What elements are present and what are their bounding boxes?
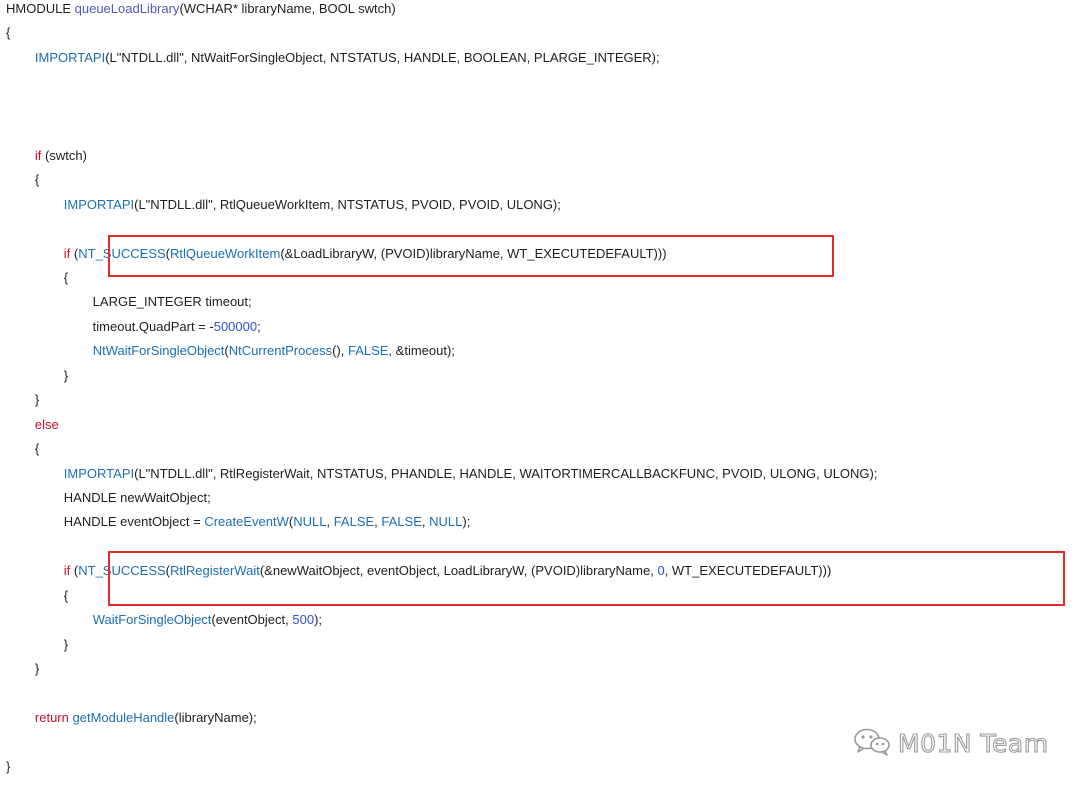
code-line: }	[6, 659, 39, 679]
code-token: }	[6, 367, 69, 383]
code-token: {	[6, 269, 69, 285]
code-token: LARGE_INTEGER timeout;	[6, 294, 252, 310]
code-token: NtCurrentProcess	[228, 343, 333, 359]
code-token: (eventObject,	[211, 612, 293, 628]
code-line: IMPORTAPI(L"NTDLL.dll", RtlRegisterWait,…	[6, 464, 878, 484]
code-line: if (swtch)	[6, 146, 87, 166]
code-line: {	[6, 439, 39, 459]
code-line: timeout.QuadPart = -500000;	[6, 317, 261, 337]
code-token: NULL	[429, 514, 463, 530]
code-line: HMODULE queueLoadLibrary(WCHAR* libraryN…	[6, 0, 396, 19]
code-line: HANDLE eventObject = CreateEventW(NULL, …	[6, 512, 471, 532]
code-token: {	[6, 441, 40, 457]
code-token: HANDLE newWaitObject;	[6, 490, 211, 505]
code-token: FALSE	[381, 514, 422, 530]
code-token: FALSE	[333, 514, 375, 530]
code-token: }	[6, 636, 69, 652]
code-token: NtWaitForSingleObject	[92, 343, 225, 359]
code-line: NtWaitForSingleObject(NtCurrentProcess()…	[6, 341, 455, 361]
code-token: (swtch)	[41, 147, 87, 163]
code-token: timeout.QuadPart = -	[6, 318, 214, 334]
code-line: {	[6, 23, 10, 43]
highlight-box-rtl-register-wait	[108, 551, 1065, 606]
code-token: NULL	[293, 514, 327, 530]
code-token: IMPORTAPI	[63, 465, 135, 481]
watermark-text: M01N Team	[897, 728, 1049, 758]
code-token: }	[6, 392, 40, 408]
code-token: (),	[332, 343, 348, 359]
code-token: else	[34, 416, 59, 432]
code-line: IMPORTAPI(L"NTDLL.dll", RtlQueueWorkItem…	[6, 195, 561, 215]
code-token: FALSE	[347, 343, 389, 359]
code-token: {	[6, 587, 69, 603]
code-line: }	[6, 635, 68, 655]
code-line: }	[6, 366, 68, 386]
code-token: 500	[292, 612, 315, 628]
code-token: WaitForSingleObject	[92, 612, 212, 628]
code-token: , &timeout);	[388, 343, 455, 359]
highlight-box-rtl-queue-work-item	[108, 235, 834, 277]
code-line: IMPORTAPI(L"NTDLL.dll", NtWaitForSingleO…	[6, 48, 660, 68]
code-token: (WCHAR* libraryName, BOOL swtch)	[179, 1, 396, 16]
code-token: }	[6, 661, 40, 677]
code-token: 500000	[213, 318, 258, 334]
code-token: );	[314, 612, 323, 628]
code-line: HANDLE newWaitObject;	[6, 488, 211, 508]
code-token: HMODULE	[6, 1, 75, 16]
code-token: {	[6, 172, 40, 188]
code-line: }	[6, 757, 10, 777]
code-line: return getModuleHandle(libraryName);	[6, 708, 257, 728]
code-line: LARGE_INTEGER timeout;	[6, 292, 252, 312]
code-token: {	[6, 25, 11, 41]
code-token: (libraryName);	[174, 710, 257, 726]
wechat-icon	[852, 726, 892, 761]
code-token: IMPORTAPI	[63, 196, 135, 212]
code-token: }	[6, 758, 11, 774]
watermark: M01N Team	[852, 726, 1049, 760]
code-token: getModuleHandle	[72, 710, 175, 726]
code-line: }	[6, 390, 39, 410]
code-token: );	[462, 514, 471, 530]
code-line: {	[6, 586, 68, 606]
code-token: (L"NTDLL.dll", RtlRegisterWait, NTSTATUS…	[134, 465, 878, 481]
code-token: ,	[326, 514, 334, 530]
code-line: else	[6, 415, 59, 435]
code-token: CreateEventW	[204, 514, 289, 530]
code-line: {	[6, 268, 68, 288]
code-view: HMODULE queueLoadLibrary(WCHAR* libraryN…	[0, 0, 1080, 786]
code-token: return	[34, 710, 69, 726]
code-token: queueLoadLibrary	[74, 1, 180, 16]
code-token: HANDLE eventObject =	[6, 514, 205, 530]
code-token: (L"NTDLL.dll", RtlQueueWorkItem, NTSTATU…	[134, 196, 561, 212]
code-token: IMPORTAPI	[34, 49, 106, 65]
code-token: (L"NTDLL.dll", NtWaitForSingleObject, NT…	[105, 49, 660, 65]
code-line: {	[6, 170, 39, 190]
code-line: WaitForSingleObject(eventObject, 500);	[6, 610, 322, 630]
code-token: ;	[257, 318, 261, 334]
